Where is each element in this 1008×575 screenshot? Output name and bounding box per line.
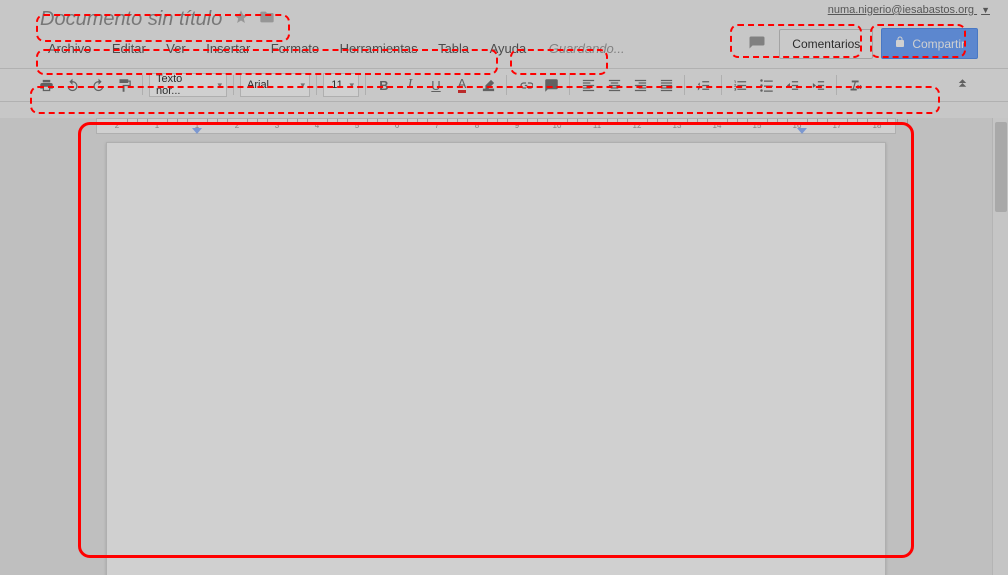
ruler-number: 7 <box>435 121 439 130</box>
separator <box>316 75 317 95</box>
document-page[interactable] <box>106 142 886 575</box>
ruler-number: 2 <box>235 121 239 130</box>
ruler-number: 10 <box>553 121 562 130</box>
ruler-number: 11 <box>593 121 601 130</box>
lock-icon <box>894 36 906 51</box>
ruler-number: 8 <box>475 121 479 130</box>
collapse-toolbar-icon[interactable] <box>950 73 974 97</box>
menu-tabla[interactable]: Tabla <box>430 37 477 60</box>
bulleted-list-icon[interactable] <box>754 73 778 97</box>
increase-indent-icon[interactable] <box>806 73 830 97</box>
link-icon[interactable] <box>513 73 537 97</box>
ruler-number: 2 <box>115 121 119 130</box>
menu-herramientas[interactable]: Herramientas <box>332 37 426 60</box>
document-canvas: 21123456789101112131415161718 <box>0 118 1008 575</box>
separator <box>506 75 507 95</box>
ruler-number: 5 <box>355 121 359 130</box>
separator <box>836 75 837 95</box>
separator <box>721 75 722 95</box>
menu-ayuda[interactable]: Ayuda <box>482 37 535 60</box>
share-button-label: Compartir <box>912 37 965 51</box>
ruler-number: 17 <box>833 121 842 130</box>
menu-archivo[interactable]: Archivo <box>40 37 99 60</box>
highlight-color-icon[interactable] <box>476 73 500 97</box>
horizontal-ruler[interactable]: 21123456789101112131415161718 <box>96 118 896 134</box>
italic-icon[interactable]: I <box>398 73 422 97</box>
font-size-select[interactable]: 11 <box>323 73 359 97</box>
folder-icon[interactable] <box>259 9 275 30</box>
ruler-number: 13 <box>673 121 682 130</box>
ruler-number: 9 <box>515 121 519 130</box>
style-select[interactable]: Texto nor... <box>149 73 227 97</box>
comment-bubble-icon[interactable] <box>743 30 771 58</box>
menu-editar[interactable]: Editar <box>104 37 154 60</box>
ruler-number: 6 <box>395 121 399 130</box>
redo-icon[interactable] <box>86 73 110 97</box>
menu-insertar[interactable]: Insertar <box>198 37 258 60</box>
menu-ver[interactable]: Ver <box>158 37 194 60</box>
top-right-actions: Comentarios Compartir <box>743 28 978 59</box>
paint-format-icon[interactable] <box>112 73 136 97</box>
share-button[interactable]: Compartir <box>881 28 978 59</box>
ruler-number: 4 <box>315 121 319 130</box>
ruler-number: 14 <box>713 121 722 130</box>
comments-button[interactable]: Comentarios <box>779 29 873 59</box>
ruler-number: 3 <box>275 121 279 130</box>
ruler-number: 18 <box>873 121 882 130</box>
star-icon[interactable] <box>233 9 249 30</box>
text-color-icon[interactable]: A <box>450 73 474 97</box>
separator <box>233 75 234 95</box>
document-title[interactable]: Documento sin título <box>40 8 222 31</box>
separator <box>142 75 143 95</box>
underline-icon[interactable]: U <box>424 73 448 97</box>
align-center-icon[interactable] <box>602 73 626 97</box>
insert-comment-icon[interactable] <box>539 73 563 97</box>
numbered-list-icon[interactable] <box>728 73 752 97</box>
ruler-number: 12 <box>633 121 642 130</box>
align-left-icon[interactable] <box>576 73 600 97</box>
line-spacing-icon[interactable] <box>691 73 715 97</box>
align-right-icon[interactable] <box>628 73 652 97</box>
align-justify-icon[interactable] <box>654 73 678 97</box>
ruler-number: 1 <box>155 121 159 130</box>
undo-icon[interactable] <box>60 73 84 97</box>
separator <box>569 75 570 95</box>
bold-icon[interactable]: B <box>372 73 396 97</box>
ruler-number: 15 <box>753 121 762 130</box>
separator <box>365 75 366 95</box>
clear-formatting-icon[interactable] <box>843 73 867 97</box>
print-icon[interactable] <box>34 73 58 97</box>
saving-status: Guardando... <box>549 41 625 56</box>
app-root: numa.nigerio@iesabastos.org ▼ Documento … <box>0 0 1008 575</box>
toolbar: Texto nor... Arial 11 B I U A <box>0 68 1008 102</box>
menu-formato[interactable]: Formato <box>263 37 327 60</box>
decrease-indent-icon[interactable] <box>780 73 804 97</box>
font-select[interactable]: Arial <box>240 73 310 97</box>
scrollbar-thumb[interactable] <box>995 122 1007 212</box>
separator <box>684 75 685 95</box>
vertical-scrollbar[interactable] <box>992 118 1008 575</box>
